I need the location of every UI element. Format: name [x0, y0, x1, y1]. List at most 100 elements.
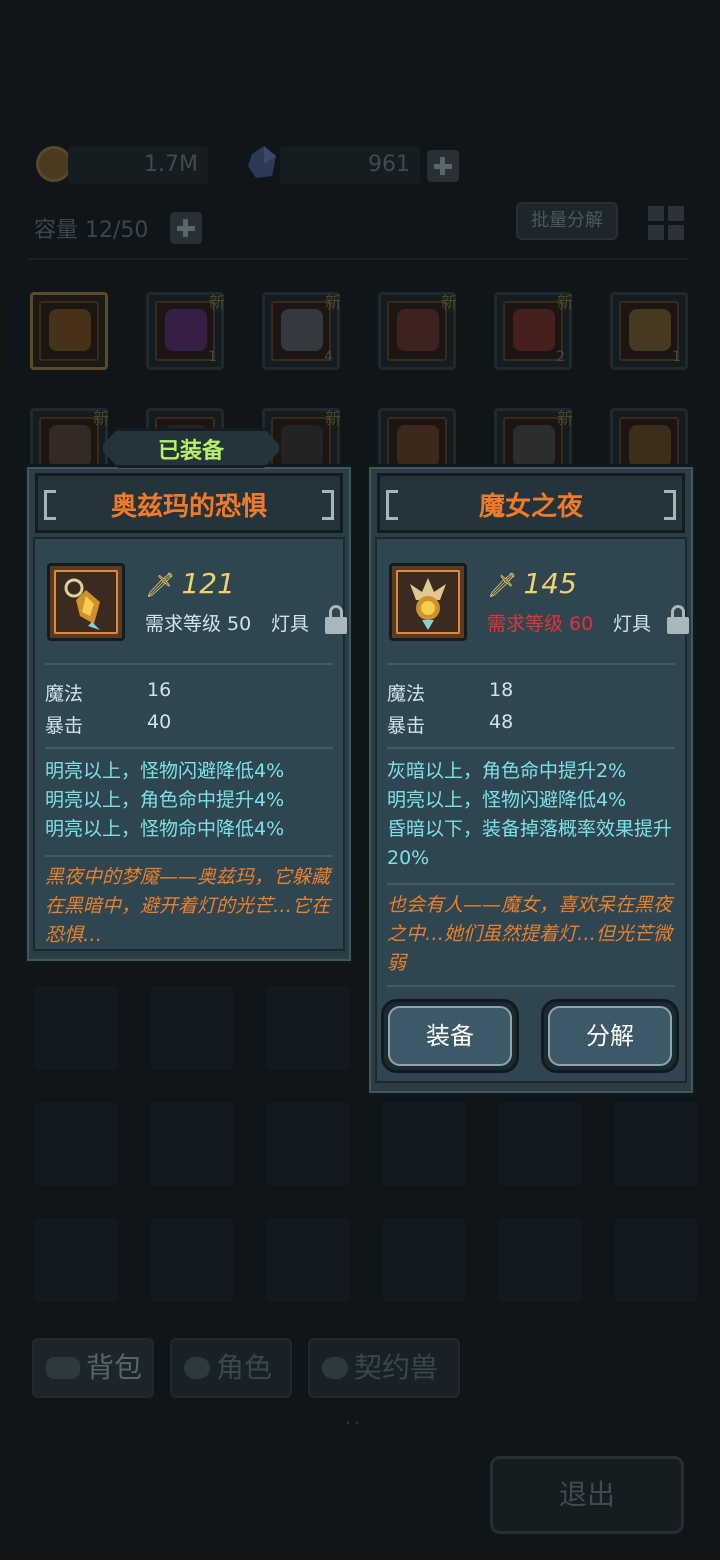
item-icon — [513, 309, 555, 351]
item-count: 1 — [208, 349, 217, 365]
gold-amount: 1.7M — [144, 152, 198, 177]
effect-line: 明亮以上，角色命中提升4% — [45, 789, 285, 811]
lantern-icon — [410, 578, 446, 630]
new-item-panel: 魔女之夜 🗡 145 需求等级 60 灯具 魔法 18 暴击 48 灰暗以上，角色… — [366, 464, 696, 1096]
gem-bar: 961 — [280, 146, 420, 184]
divider — [45, 855, 333, 857]
inventory-slot[interactable]: 新 — [378, 292, 457, 370]
capacity-label: 容量 12/50 — [34, 218, 149, 243]
new-badge: 新 — [440, 293, 457, 312]
item-icon — [513, 425, 555, 467]
equipped-badge: 已装备 — [86, 426, 296, 470]
tab-character[interactable]: 角色 — [170, 1338, 292, 1398]
new-badge: 新 — [324, 293, 341, 312]
empty-slot — [266, 986, 350, 1070]
empty-slot — [34, 1218, 118, 1302]
exit-button[interactable]: 退出 — [490, 1456, 684, 1534]
power-rating: 🗡 145 — [487, 567, 577, 600]
empty-slot — [614, 1102, 698, 1186]
equipped-label: 已装备 — [157, 439, 224, 464]
stat-name: 魔法 — [45, 683, 84, 705]
gem-amount: 961 — [368, 152, 410, 177]
divider — [387, 663, 675, 665]
tab-pet-label: 契约兽 — [354, 1351, 439, 1384]
tab-backpack-label: 背包 — [86, 1351, 143, 1384]
empty-slot — [498, 1102, 582, 1186]
divider — [45, 663, 333, 665]
power-rating: 🗡 121 — [145, 567, 235, 600]
item-title: 魔女之夜 — [478, 492, 583, 522]
new-badge: 新 — [208, 293, 225, 312]
item-icon — [165, 309, 207, 351]
level-requirement: 需求等级 60 — [487, 613, 594, 635]
inventory-slot[interactable]: 新2 — [494, 292, 573, 370]
new-badge: 新 — [556, 409, 573, 428]
empty-slot — [150, 1102, 234, 1186]
divider — [45, 747, 333, 749]
divider — [387, 883, 675, 885]
stat-value: 40 — [147, 711, 172, 733]
gold-coin-icon — [36, 146, 72, 182]
lock-icon[interactable] — [667, 605, 689, 635]
inventory-slot[interactable]: 新1 — [146, 292, 225, 370]
divider — [387, 747, 675, 749]
decompose-button-label: 分解 — [548, 1006, 672, 1066]
panel-header: 奥兹玛的恐惧 — [35, 473, 343, 533]
effect-line: 明亮以上，怪物闪避降低4% — [45, 760, 285, 782]
sword-icon: 🗡 — [487, 571, 518, 599]
decompose-button[interactable]: 分解 — [541, 999, 679, 1073]
effect-line: 灰暗以上，角色命中提升2% — [387, 760, 627, 782]
stat-name: 暴击 — [387, 715, 426, 737]
item-icon — [397, 425, 439, 467]
item-icon — [629, 309, 671, 351]
item-count: 1 — [672, 349, 681, 365]
tab-backpack[interactable]: 背包 — [32, 1338, 154, 1398]
sword-icon: 🗡 — [145, 571, 176, 599]
new-badge: 新 — [324, 409, 341, 428]
power-value: 145 — [523, 567, 577, 600]
batch-decompose-button[interactable]: 批量分解 — [516, 202, 618, 240]
stat-name: 暴击 — [45, 715, 84, 737]
empty-slot — [34, 1102, 118, 1186]
equip-button-label: 装备 — [388, 1006, 512, 1066]
item-icon — [49, 425, 91, 467]
empty-slot — [382, 1102, 466, 1186]
grid-view-icon[interactable] — [646, 204, 686, 242]
divider — [28, 258, 688, 260]
inventory-slot[interactable] — [30, 292, 108, 370]
panel-header: 魔女之夜 — [377, 473, 685, 533]
lock-icon[interactable] — [325, 605, 347, 635]
expand-capacity-button[interactable] — [170, 212, 202, 244]
empty-slot — [382, 1218, 466, 1302]
empty-slot — [150, 1218, 234, 1302]
level-requirement: 需求等级 50 — [145, 613, 252, 635]
item-lore: 黑夜中的梦魇——奥兹玛，它躲藏在黑暗中，避开着灯的光芒…它在恐惧… — [45, 866, 331, 946]
empty-slot — [614, 1218, 698, 1302]
page-indicator: • • — [345, 1418, 360, 1429]
inventory-slot[interactable]: 1 — [610, 292, 688, 370]
item-icon — [629, 425, 671, 467]
item-icon-frame — [389, 563, 467, 641]
effect-line: 明亮以上，怪物命中降低4% — [45, 818, 285, 840]
stat-value: 18 — [489, 679, 514, 701]
item-slot-type: 灯具 — [271, 613, 310, 635]
item-lore: 也会有人——魔女，喜欢呆在黑夜之中…她们虽然提着灯…但光芒微弱 — [387, 894, 673, 974]
tab-pet[interactable]: 契约兽 — [308, 1338, 460, 1398]
item-icon — [281, 309, 323, 351]
empty-slot — [266, 1218, 350, 1302]
lantern-icon — [64, 578, 100, 630]
empty-slot — [266, 1102, 350, 1186]
backpack-icon — [46, 1357, 80, 1379]
item-count: 2 — [556, 349, 565, 365]
character-icon — [184, 1357, 210, 1379]
stat-value: 16 — [147, 679, 172, 701]
stat-name: 魔法 — [387, 683, 426, 705]
equip-button[interactable]: 装备 — [381, 999, 519, 1073]
item-icon — [49, 309, 91, 351]
empty-slot — [498, 1218, 582, 1302]
inventory-slot[interactable]: 新4 — [262, 292, 341, 370]
empty-slot — [150, 986, 234, 1070]
add-gems-button[interactable] — [427, 150, 459, 182]
item-title: 奥兹玛的恐惧 — [110, 492, 267, 522]
new-badge: 新 — [556, 293, 573, 312]
